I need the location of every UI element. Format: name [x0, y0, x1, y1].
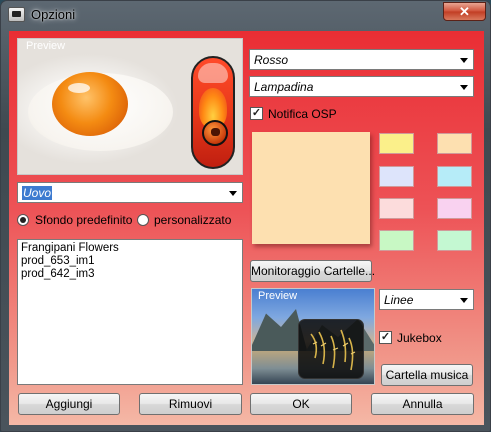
color-swatch-peach[interactable] — [437, 133, 472, 154]
gadget-preview-icon — [191, 56, 235, 169]
chevron-down-icon — [460, 298, 468, 303]
window-title: Opzioni — [31, 7, 76, 22]
color-swatch-cyan[interactable] — [437, 166, 472, 187]
close-button[interactable]: ✕ — [443, 2, 486, 21]
color-select-value: Rosso — [254, 53, 289, 67]
default-background-radio[interactable] — [17, 214, 29, 226]
icon-select-value: Lampadina — [254, 80, 314, 94]
color-select[interactable]: Rosso — [249, 49, 474, 70]
lines-select-value: Linee — [384, 293, 414, 307]
theme-select-value: Uovo — [22, 186, 53, 200]
theme-select[interactable]: Uovo — [17, 182, 243, 203]
dialog-body: Preview Uovo Sfondo predefinito personal… — [9, 31, 484, 425]
options-window: Opzioni ✕ Preview Uovo Sfondo predefinit… — [0, 0, 491, 432]
background-file-list[interactable]: Frangipani Flowers prod_653_im1 prod_642… — [17, 239, 243, 385]
color-swatch-mint[interactable] — [437, 230, 472, 251]
color-swatch-green[interactable] — [379, 230, 414, 251]
music-folder-button[interactable]: Cartella musica — [381, 364, 473, 386]
chevron-down-icon — [460, 58, 468, 63]
color-swatch-lavender[interactable] — [379, 166, 414, 187]
note-color-preview — [252, 132, 370, 244]
custom-background-label[interactable]: personalizzato — [154, 213, 231, 227]
remove-button[interactable]: Rimuovi — [139, 393, 242, 415]
cancel-button[interactable]: Annulla — [371, 393, 474, 415]
color-swatch-pink[interactable] — [379, 198, 414, 219]
jukebox-gadget-icon — [298, 319, 364, 379]
preview-label: Preview — [26, 40, 66, 52]
custom-background-radio[interactable] — [137, 214, 149, 226]
color-swatch-yellow[interactable] — [379, 133, 414, 154]
theme-preview: Preview — [17, 38, 243, 175]
list-item[interactable]: Frangipani Flowers — [21, 242, 239, 255]
add-button[interactable]: Aggiungi — [18, 393, 120, 415]
chevron-down-icon — [229, 191, 237, 196]
list-item[interactable]: prod_653_im1 — [21, 255, 239, 268]
chevron-down-icon — [460, 85, 468, 90]
icon-select[interactable]: Lampadina — [249, 76, 474, 97]
osd-notification-label[interactable]: Notifica OSP — [268, 107, 337, 121]
jukebox-label[interactable]: Jukebox — [397, 331, 442, 345]
default-background-label[interactable]: Sfondo predefinito — [35, 213, 132, 227]
preview-label: Preview — [258, 290, 298, 302]
jukebox-preview: Preview — [251, 288, 375, 385]
osd-notification-checkbox[interactable]: ✓ — [250, 107, 263, 120]
ok-button[interactable]: OK — [250, 393, 352, 415]
title-bar[interactable]: Opzioni ✕ — [1, 1, 490, 29]
lines-select[interactable]: Linee — [379, 289, 474, 310]
app-icon — [8, 7, 25, 22]
jukebox-checkbox[interactable]: ✓ — [379, 331, 392, 344]
list-item[interactable]: prod_642_im3 — [21, 268, 239, 281]
color-swatch-magenta[interactable] — [437, 198, 472, 219]
folder-monitoring-button[interactable]: Monitoraggio Cartelle... — [250, 260, 375, 282]
